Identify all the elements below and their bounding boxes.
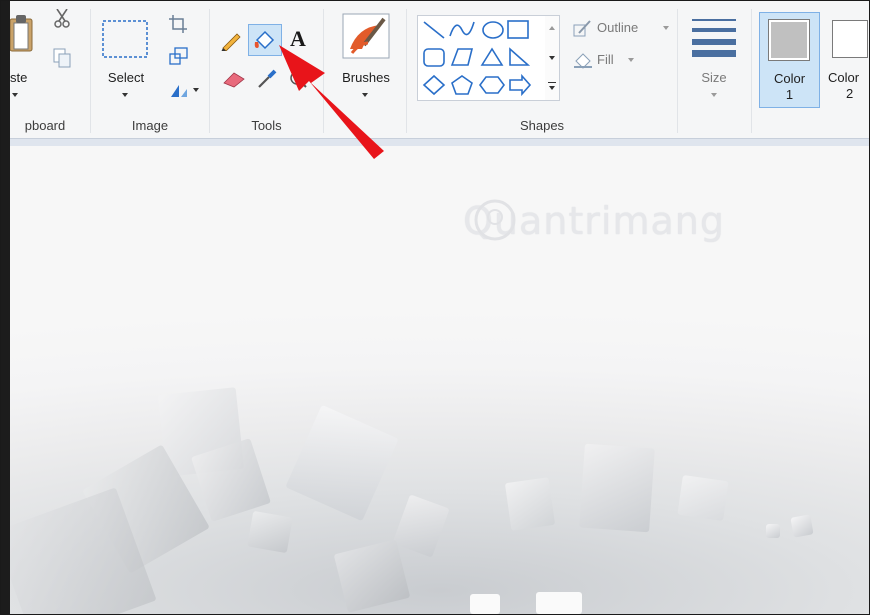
select-icon[interactable] [101, 17, 149, 61]
shapes-expand[interactable] [549, 86, 555, 90]
shapes-gallery [417, 15, 547, 101]
outline-label[interactable]: Outline [597, 20, 638, 35]
outline-icon[interactable] [573, 19, 593, 37]
clipboard-group: ste pboard [10, 1, 90, 138]
annotation-arrow [279, 45, 384, 159]
cube [677, 474, 729, 522]
paste-icon[interactable] [10, 9, 36, 55]
fill-icon[interactable] [573, 51, 593, 69]
shapes-group: Outline Fill Shapes [407, 1, 677, 138]
size-label[interactable]: Size [688, 70, 740, 85]
cube [392, 494, 450, 558]
pencil-icon[interactable] [220, 29, 242, 51]
ribbon: ste pboard Select Image A Tools Brushes … [10, 1, 869, 138]
cube [766, 524, 780, 538]
select-label[interactable]: Select [100, 70, 152, 85]
shapes-gallery-scroll[interactable] [545, 15, 560, 101]
color2-button[interactable]: Color 2 [822, 12, 869, 106]
color1-number: 1 [785, 87, 794, 102]
image-group-label: Image [131, 118, 169, 133]
cube [536, 592, 582, 614]
resize-icon[interactable] [169, 47, 189, 65]
copy-icon[interactable] [52, 47, 72, 69]
color1-label: Color [773, 71, 806, 86]
select-dropdown-caret[interactable] [122, 93, 128, 97]
cube [470, 594, 500, 614]
paint-window: ste pboard Select Image A Tools Brushes … [0, 0, 870, 615]
image-group: Select Image [91, 1, 209, 138]
color1-swatch [768, 19, 810, 61]
separator [751, 9, 752, 133]
ribbon-bottom-border [10, 138, 869, 146]
cube [504, 477, 556, 531]
watermark-bulb-icon [474, 199, 516, 241]
fill-label[interactable]: Fill [597, 52, 614, 67]
cube [790, 514, 814, 538]
drawing-canvas[interactable]: Quantrimang [10, 146, 869, 614]
crop-icon[interactable] [169, 15, 187, 33]
size-icon[interactable] [692, 17, 736, 57]
shapes-scroll-up[interactable] [549, 26, 555, 30]
size-dropdown-caret[interactable] [711, 93, 717, 97]
size-group: Size [678, 1, 750, 138]
cube [247, 510, 293, 554]
shapes-gallery-icons[interactable] [418, 16, 546, 100]
rotate-dropdown-caret[interactable] [193, 88, 199, 92]
shapes-scroll-down[interactable] [549, 56, 555, 60]
cube [285, 404, 399, 522]
outline-dropdown-caret[interactable] [663, 26, 669, 30]
color2-label: Color [828, 70, 860, 85]
color2-number: 2 [846, 86, 854, 101]
eraser-icon[interactable] [222, 69, 246, 89]
paste-label[interactable]: ste [10, 70, 27, 85]
fill-dropdown-caret[interactable] [628, 58, 634, 62]
cube [579, 443, 655, 533]
color2-swatch [832, 20, 868, 58]
rotate-icon[interactable] [169, 81, 189, 99]
window-left-border [1, 1, 10, 614]
shapes-expand-line [548, 82, 556, 83]
color1-button[interactable]: Color 1 [759, 12, 820, 108]
cut-icon[interactable] [53, 9, 71, 29]
cube [333, 539, 411, 613]
clipboard-group-label: pboard [24, 118, 66, 133]
shapes-group-label: Shapes [519, 118, 565, 133]
paste-dropdown-caret[interactable] [12, 93, 18, 97]
